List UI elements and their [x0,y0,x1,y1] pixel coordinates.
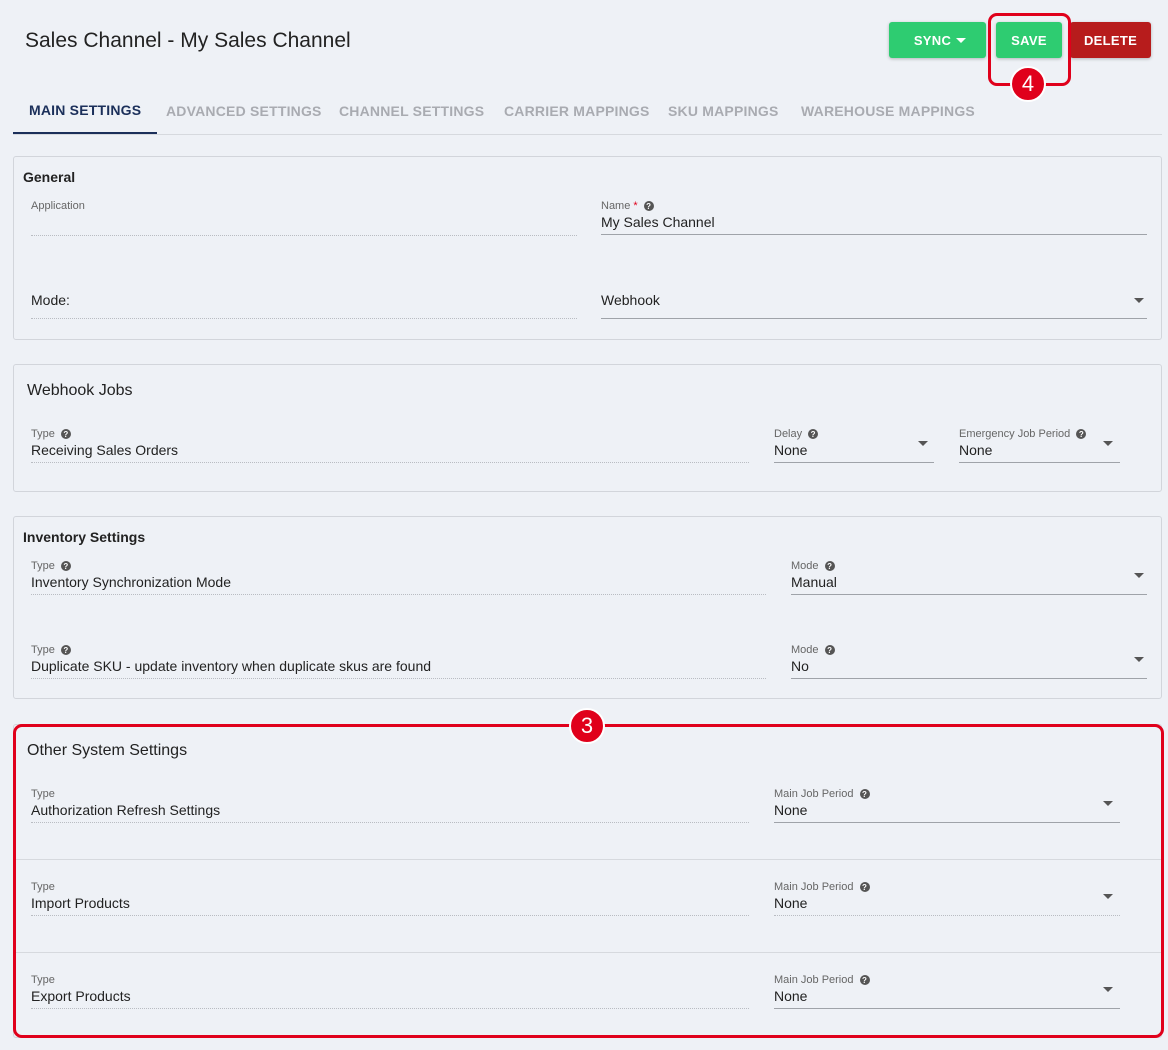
question-circle-icon[interactable]: ? [60,561,71,571]
required-marker: * [633,200,638,212]
question-circle-icon[interactable]: ? [824,645,835,655]
question-circle-icon[interactable]: ? [1076,429,1087,439]
general-title: General [23,169,76,185]
tab-warehouse-mappings[interactable]: WAREHOUSE MAPPINGS [801,88,975,134]
mode-label-field: Mode: [31,285,577,321]
mode-label: Mode: [31,292,70,308]
name-value: My Sales Channel [601,214,715,230]
step-badge-3: 3 [569,708,605,744]
type-label: Type [31,560,55,572]
emergency-value: None [959,442,993,458]
type-label: Type [31,644,55,656]
mode-value: Webhook [601,292,660,308]
duplicate-sku-mode-select[interactable]: Mode? No [791,644,1147,680]
delay-value: None [774,442,808,458]
delay-label: Delay [774,428,803,440]
application-field[interactable]: Application [31,200,577,238]
tab-main-settings[interactable]: MAIN SETTINGS [13,88,158,134]
emergency-job-period-select[interactable]: Emergency Job Period? None [959,428,1120,464]
caret-down-icon [1134,657,1144,662]
caret-down-icon [1134,573,1144,578]
mode-select[interactable]: Webhook [601,285,1147,321]
type-value: Receiving Sales Orders [31,442,179,458]
inventory-type-field: Type? Inventory Synchronization Mode [31,560,766,596]
caret-down-icon [956,38,966,43]
tab-bar: MAIN SETTINGS ADVANCED SETTINGS CHANNEL … [13,88,1162,135]
question-circle-icon[interactable]: ? [60,645,71,655]
question-circle-icon[interactable]: ? [824,561,835,571]
application-label: Application [31,200,85,212]
type-value: Inventory Synchronization Mode [31,574,231,590]
tab-sku-mappings[interactable]: SKU MAPPINGS [668,88,779,134]
name-label: Name * ? [601,200,654,212]
duplicate-sku-type-field: Type? Duplicate SKU - update inventory w… [31,644,766,680]
type-label: Type [31,428,55,440]
sync-button-label: SYNC [913,32,952,48]
sync-button[interactable]: SYNC [889,22,986,58]
mode-value: Manual [791,574,837,590]
question-circle-icon[interactable]: ? [643,201,654,211]
step-badge-4: 4 [1010,66,1046,102]
tab-channel-settings[interactable]: CHANNEL SETTINGS [339,88,484,134]
webhook-type-field: Type? Receiving Sales Orders [31,428,749,464]
mode-label: Mode [791,644,819,656]
type-value: Duplicate SKU - update inventory when du… [31,658,432,674]
webhook-jobs-card: Webhook Jobs Type? Receiving Sales Order… [13,364,1162,492]
webhook-jobs-title: Webhook Jobs [27,382,133,399]
question-circle-icon[interactable]: ? [60,429,71,439]
mode-value: No [791,658,809,674]
tab-advanced-settings[interactable]: ADVANCED SETTINGS [166,88,322,134]
caret-down-icon [1103,441,1113,446]
emergency-label: Emergency Job Period [959,428,1071,440]
name-field[interactable]: Name * ? My Sales Channel [601,200,1147,238]
delete-button-label: DELETE [1083,32,1138,48]
delete-button[interactable]: DELETE [1070,22,1151,58]
inventory-mode-select[interactable]: Mode? Manual [791,560,1147,596]
tab-carrier-mappings[interactable]: CARRIER MAPPINGS [504,88,650,134]
page-title: Sales Channel - My Sales Channel [25,29,351,52]
other-settings-highlight-box [13,724,1164,1038]
delay-select[interactable]: Delay? None [774,428,934,464]
question-circle-icon[interactable]: ? [808,429,819,439]
general-card: General Application Name * ? My Sales Cha… [13,156,1162,340]
caret-down-icon [918,441,928,446]
inventory-settings-card: Inventory Settings Type? Inventory Synch… [13,516,1162,699]
mode-label: Mode [791,560,819,572]
caret-down-icon [1134,298,1144,303]
inventory-title: Inventory Settings [23,529,146,545]
